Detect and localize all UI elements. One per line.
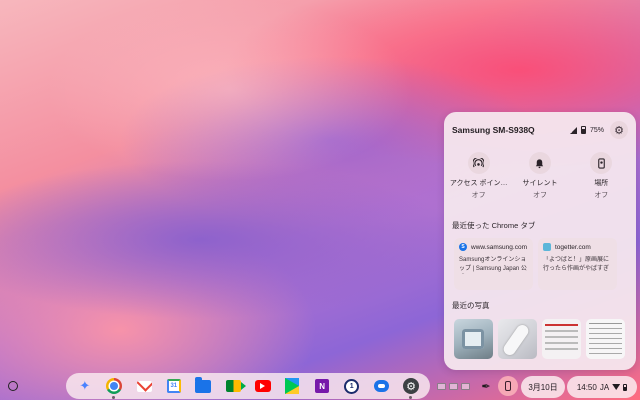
toggle-label: アクセス ポイン… xyxy=(449,180,508,187)
device-name: Samsung SM-S938Q xyxy=(452,125,535,135)
togetter-favicon-icon xyxy=(543,243,551,251)
calendar-app[interactable]: 31 xyxy=(165,377,183,395)
onepassword-icon: 1 xyxy=(344,378,360,394)
ime-indicator: JA xyxy=(599,382,610,392)
date-button[interactable]: 3月10日 xyxy=(521,376,565,398)
youtube-icon xyxy=(254,380,271,392)
recent-photo-thumbnail[interactable] xyxy=(498,319,537,359)
meet-icon xyxy=(225,380,246,392)
tab-url: www.samsung.com xyxy=(471,243,527,251)
running-indicator xyxy=(409,396,413,399)
battery-icon xyxy=(580,126,586,134)
quick-toggles: アクセス ポイン… オフ サイレント オフ 場所 オフ xyxy=(448,152,632,200)
gmail-app[interactable] xyxy=(135,377,153,395)
recent-photo-thumbnail[interactable] xyxy=(586,319,625,359)
panel-header: Samsung SM-S938Q 75% ⚙ xyxy=(452,120,628,140)
play-store-icon xyxy=(285,378,300,394)
settings-app[interactable]: ⚙ xyxy=(402,377,420,399)
settings-gear-icon[interactable]: ⚙ xyxy=(610,121,628,139)
gemini-icon: ✦ xyxy=(79,378,91,393)
recent-photo-thumbnail[interactable] xyxy=(454,319,493,359)
phone-hub-button[interactable] xyxy=(498,376,518,396)
phone-icon xyxy=(505,381,511,391)
phone-status: 75% xyxy=(569,126,604,134)
toggle-state: オフ xyxy=(594,192,609,199)
signal-icon xyxy=(569,126,577,134)
toggle-label: 場所 xyxy=(594,180,609,187)
tab-title: Samsungオンラインショップ | Samsung Japan 公式 xyxy=(459,257,527,272)
bell-silent-icon[interactable] xyxy=(528,152,551,174)
calendar-icon: 31 xyxy=(166,379,181,393)
running-indicator xyxy=(112,396,116,399)
recent-photo-thumbnail[interactable] xyxy=(542,319,581,359)
hotspot-icon[interactable] xyxy=(467,152,490,174)
recent-photos-title: 最近の写真 xyxy=(452,301,490,310)
onepassword-app[interactable]: 1 xyxy=(343,377,361,395)
location-phone-icon[interactable] xyxy=(590,152,613,174)
onenote-icon: N xyxy=(315,379,330,393)
virtual-desks-button[interactable] xyxy=(432,376,474,396)
shelf: ✦ 31 N 1 ⚙ xyxy=(66,373,430,399)
onenote-app[interactable]: N xyxy=(313,377,331,395)
toggle-state: オフ xyxy=(532,192,547,199)
youtube-app[interactable] xyxy=(254,377,272,395)
toggle-silent[interactable]: サイレント オフ xyxy=(509,152,570,200)
chrome-app[interactable] xyxy=(105,377,123,399)
recent-tab-card[interactable]: S www.samsung.com Samsungオンラインショップ | Sam… xyxy=(454,238,533,290)
toggle-location[interactable]: 場所 オフ xyxy=(571,152,632,200)
desk-thumbnail-icon xyxy=(436,382,446,390)
tab-url: togetter.com xyxy=(555,243,591,251)
chrome-icon xyxy=(106,378,123,394)
recent-tabs: S www.samsung.com Samsungオンラインショップ | Sam… xyxy=(454,238,617,290)
tab-title: 「よつばと！」原画展に行ったら作画がやばすぎて… xyxy=(543,257,610,272)
gemini-app[interactable]: ✦ xyxy=(76,377,94,395)
battery-percent: 75% xyxy=(589,126,604,134)
desk-thumbnail-icon xyxy=(460,382,470,390)
messages-icon xyxy=(373,380,389,392)
wifi-icon xyxy=(612,384,621,390)
desk-thumbnail-icon xyxy=(448,382,458,390)
battery-icon xyxy=(623,383,628,391)
launcher-button[interactable] xyxy=(3,376,23,396)
samsung-favicon-icon: S xyxy=(459,243,467,251)
status-area-button[interactable]: 14:50 JA xyxy=(567,376,637,398)
files-icon xyxy=(195,376,212,393)
clock-time: 14:50 xyxy=(576,382,597,392)
recent-tab-card[interactable]: togetter.com 「よつばと！」原画展に行ったら作画がやばすぎて… xyxy=(538,238,617,290)
recent-photos xyxy=(454,319,625,359)
meet-app[interactable] xyxy=(224,377,246,395)
phone-hub-panel: Samsung SM-S938Q 75% ⚙ アクセス ポイン… オフ サイレン… xyxy=(444,112,636,370)
stylus-tools-icon[interactable]: ✒ xyxy=(477,376,495,396)
messages-app[interactable] xyxy=(372,377,390,395)
settings-icon: ⚙ xyxy=(403,378,420,394)
play-store-app[interactable] xyxy=(283,377,301,395)
toggle-state: オフ xyxy=(471,192,486,199)
gmail-icon xyxy=(136,380,152,392)
toggle-hotspot[interactable]: アクセス ポイン… オフ xyxy=(448,152,509,200)
files-app[interactable] xyxy=(194,376,212,395)
recent-tabs-title: 最近使った Chrome タブ xyxy=(452,221,536,230)
toggle-label: サイレント xyxy=(522,180,558,187)
